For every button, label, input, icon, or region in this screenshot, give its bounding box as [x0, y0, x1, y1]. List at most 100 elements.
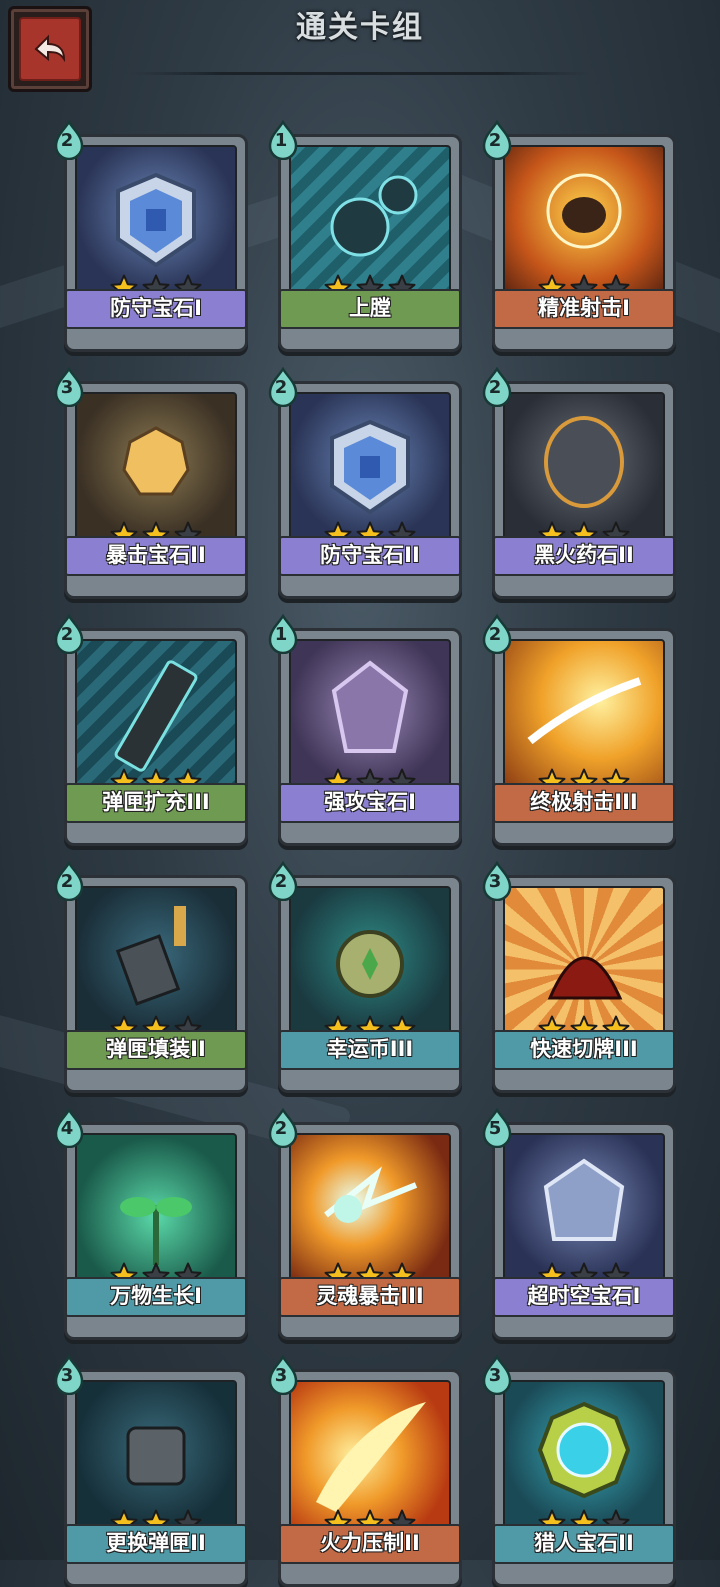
card-item[interactable]: 万物生长I 4 [52, 1107, 266, 1340]
cost-badge: 2 [480, 119, 514, 161]
card-frame: 终极射击III [492, 628, 676, 846]
card-name: 弹匣扩充III [65, 783, 247, 823]
card-name: 上膛 [279, 289, 461, 329]
card-frame: 幸运币III [278, 875, 462, 1093]
card-frame: 灵魂暴击III [278, 1122, 462, 1340]
card-item[interactable]: 上膛 1 [266, 119, 480, 352]
cost-value: 1 [274, 130, 288, 151]
card-art [75, 145, 237, 297]
card-frame: 更换弹匣II [64, 1369, 248, 1587]
card-item[interactable]: 弹匣扩充III 2 [52, 613, 266, 846]
card-art [289, 1133, 451, 1285]
card-art [503, 145, 665, 297]
card-art [503, 392, 665, 544]
card-item[interactable]: 火力压制II 3 [266, 1354, 480, 1587]
cost-badge: 2 [52, 860, 86, 902]
card-name: 灵魂暴击III [279, 1277, 461, 1317]
card-frame: 黑火药石II [492, 381, 676, 599]
card-frame: 快速切牌III [492, 875, 676, 1093]
card-name: 超时空宝石I [493, 1277, 675, 1317]
cost-value: 2 [488, 624, 502, 645]
card-art [289, 639, 451, 791]
card-frame: 万物生长I [64, 1122, 248, 1340]
cost-value: 4 [60, 1118, 74, 1139]
card-art [75, 886, 237, 1038]
card-name: 万物生长I [65, 1277, 247, 1317]
card-name: 防守宝石II [279, 536, 461, 576]
card-frame: 强攻宝石I [278, 628, 462, 846]
cost-value: 2 [274, 377, 288, 398]
card-item[interactable]: 黑火药石II 2 [480, 366, 694, 599]
card-frame: 超时空宝石I [492, 1122, 676, 1340]
card-art [503, 1380, 665, 1532]
card-item[interactable]: 暴击宝石II 3 [52, 366, 266, 599]
card-name: 幸运币III [279, 1030, 461, 1070]
cost-badge: 3 [52, 1354, 86, 1396]
cost-value: 3 [488, 1365, 502, 1386]
card-item[interactable]: 强攻宝石I 1 [266, 613, 480, 846]
cost-badge: 5 [480, 1107, 514, 1149]
cost-badge: 2 [266, 366, 300, 408]
cost-badge: 2 [52, 119, 86, 161]
header: 通关卡组 [0, 0, 720, 92]
card-frame: 暴击宝石II [64, 381, 248, 599]
card-frame: 上膛 [278, 134, 462, 352]
card-art [289, 1380, 451, 1532]
card-frame: 精准射击I [492, 134, 676, 352]
cost-value: 2 [488, 377, 502, 398]
card-name: 强攻宝石I [279, 783, 461, 823]
card-frame: 防守宝石II [278, 381, 462, 599]
card-name: 快速切牌III [493, 1030, 675, 1070]
cost-badge: 3 [52, 366, 86, 408]
cost-badge: 1 [266, 119, 300, 161]
card-art [75, 1133, 237, 1285]
card-item[interactable]: 快速切牌III 3 [480, 860, 694, 1093]
card-grid: 防守宝石I 2 上膛 1 精准射击I 2 暴击宝石II 3 防守宝石II 2 黑火药石II 2 弹匣扩充… [52, 119, 676, 1587]
card-art [503, 1133, 665, 1285]
cost-badge: 2 [480, 366, 514, 408]
cost-badge: 3 [480, 860, 514, 902]
card-art [75, 392, 237, 544]
cost-value: 5 [488, 1118, 502, 1139]
cost-value: 1 [274, 624, 288, 645]
card-frame: 火力压制II [278, 1369, 462, 1587]
card-art [503, 639, 665, 791]
card-name: 更换弹匣II [65, 1524, 247, 1564]
card-name: 弹匣填装II [65, 1030, 247, 1070]
cost-badge: 2 [52, 613, 86, 655]
page-title: 通关卡组 [296, 10, 424, 45]
card-item[interactable]: 更换弹匣II 3 [52, 1354, 266, 1587]
card-item[interactable]: 防守宝石II 2 [266, 366, 480, 599]
card-item[interactable]: 终极射击III 2 [480, 613, 694, 846]
cost-badge: 3 [266, 1354, 300, 1396]
card-name: 防守宝石I [65, 289, 247, 329]
card-item[interactable]: 猎人宝石II 3 [480, 1354, 694, 1587]
card-frame: 防守宝石I [64, 134, 248, 352]
card-frame: 弹匣填装II [64, 875, 248, 1093]
card-item[interactable]: 弹匣填装II 2 [52, 860, 266, 1093]
cost-badge: 2 [480, 613, 514, 655]
card-art [75, 639, 237, 791]
cost-value: 2 [274, 1118, 288, 1139]
card-name: 终极射击III [493, 783, 675, 823]
card-item[interactable]: 幸运币III 2 [266, 860, 480, 1093]
cost-value: 3 [60, 377, 74, 398]
card-art [503, 886, 665, 1038]
card-item[interactable]: 超时空宝石I 5 [480, 1107, 694, 1340]
card-frame: 猎人宝石II [492, 1369, 676, 1587]
card-name: 火力压制II [279, 1524, 461, 1564]
cost-badge: 1 [266, 613, 300, 655]
cost-value: 2 [488, 130, 502, 151]
cost-value: 2 [60, 130, 74, 151]
card-name: 精准射击I [493, 289, 675, 329]
cost-value: 2 [60, 871, 74, 892]
card-art [289, 886, 451, 1038]
cost-badge: 3 [480, 1354, 514, 1396]
card-item[interactable]: 防守宝石I 2 [52, 119, 266, 352]
card-art [289, 392, 451, 544]
card-name: 暴击宝石II [65, 536, 247, 576]
card-item[interactable]: 灵魂暴击III 2 [266, 1107, 480, 1340]
cost-value: 3 [488, 871, 502, 892]
card-item[interactable]: 精准射击I 2 [480, 119, 694, 352]
cost-value: 2 [274, 871, 288, 892]
